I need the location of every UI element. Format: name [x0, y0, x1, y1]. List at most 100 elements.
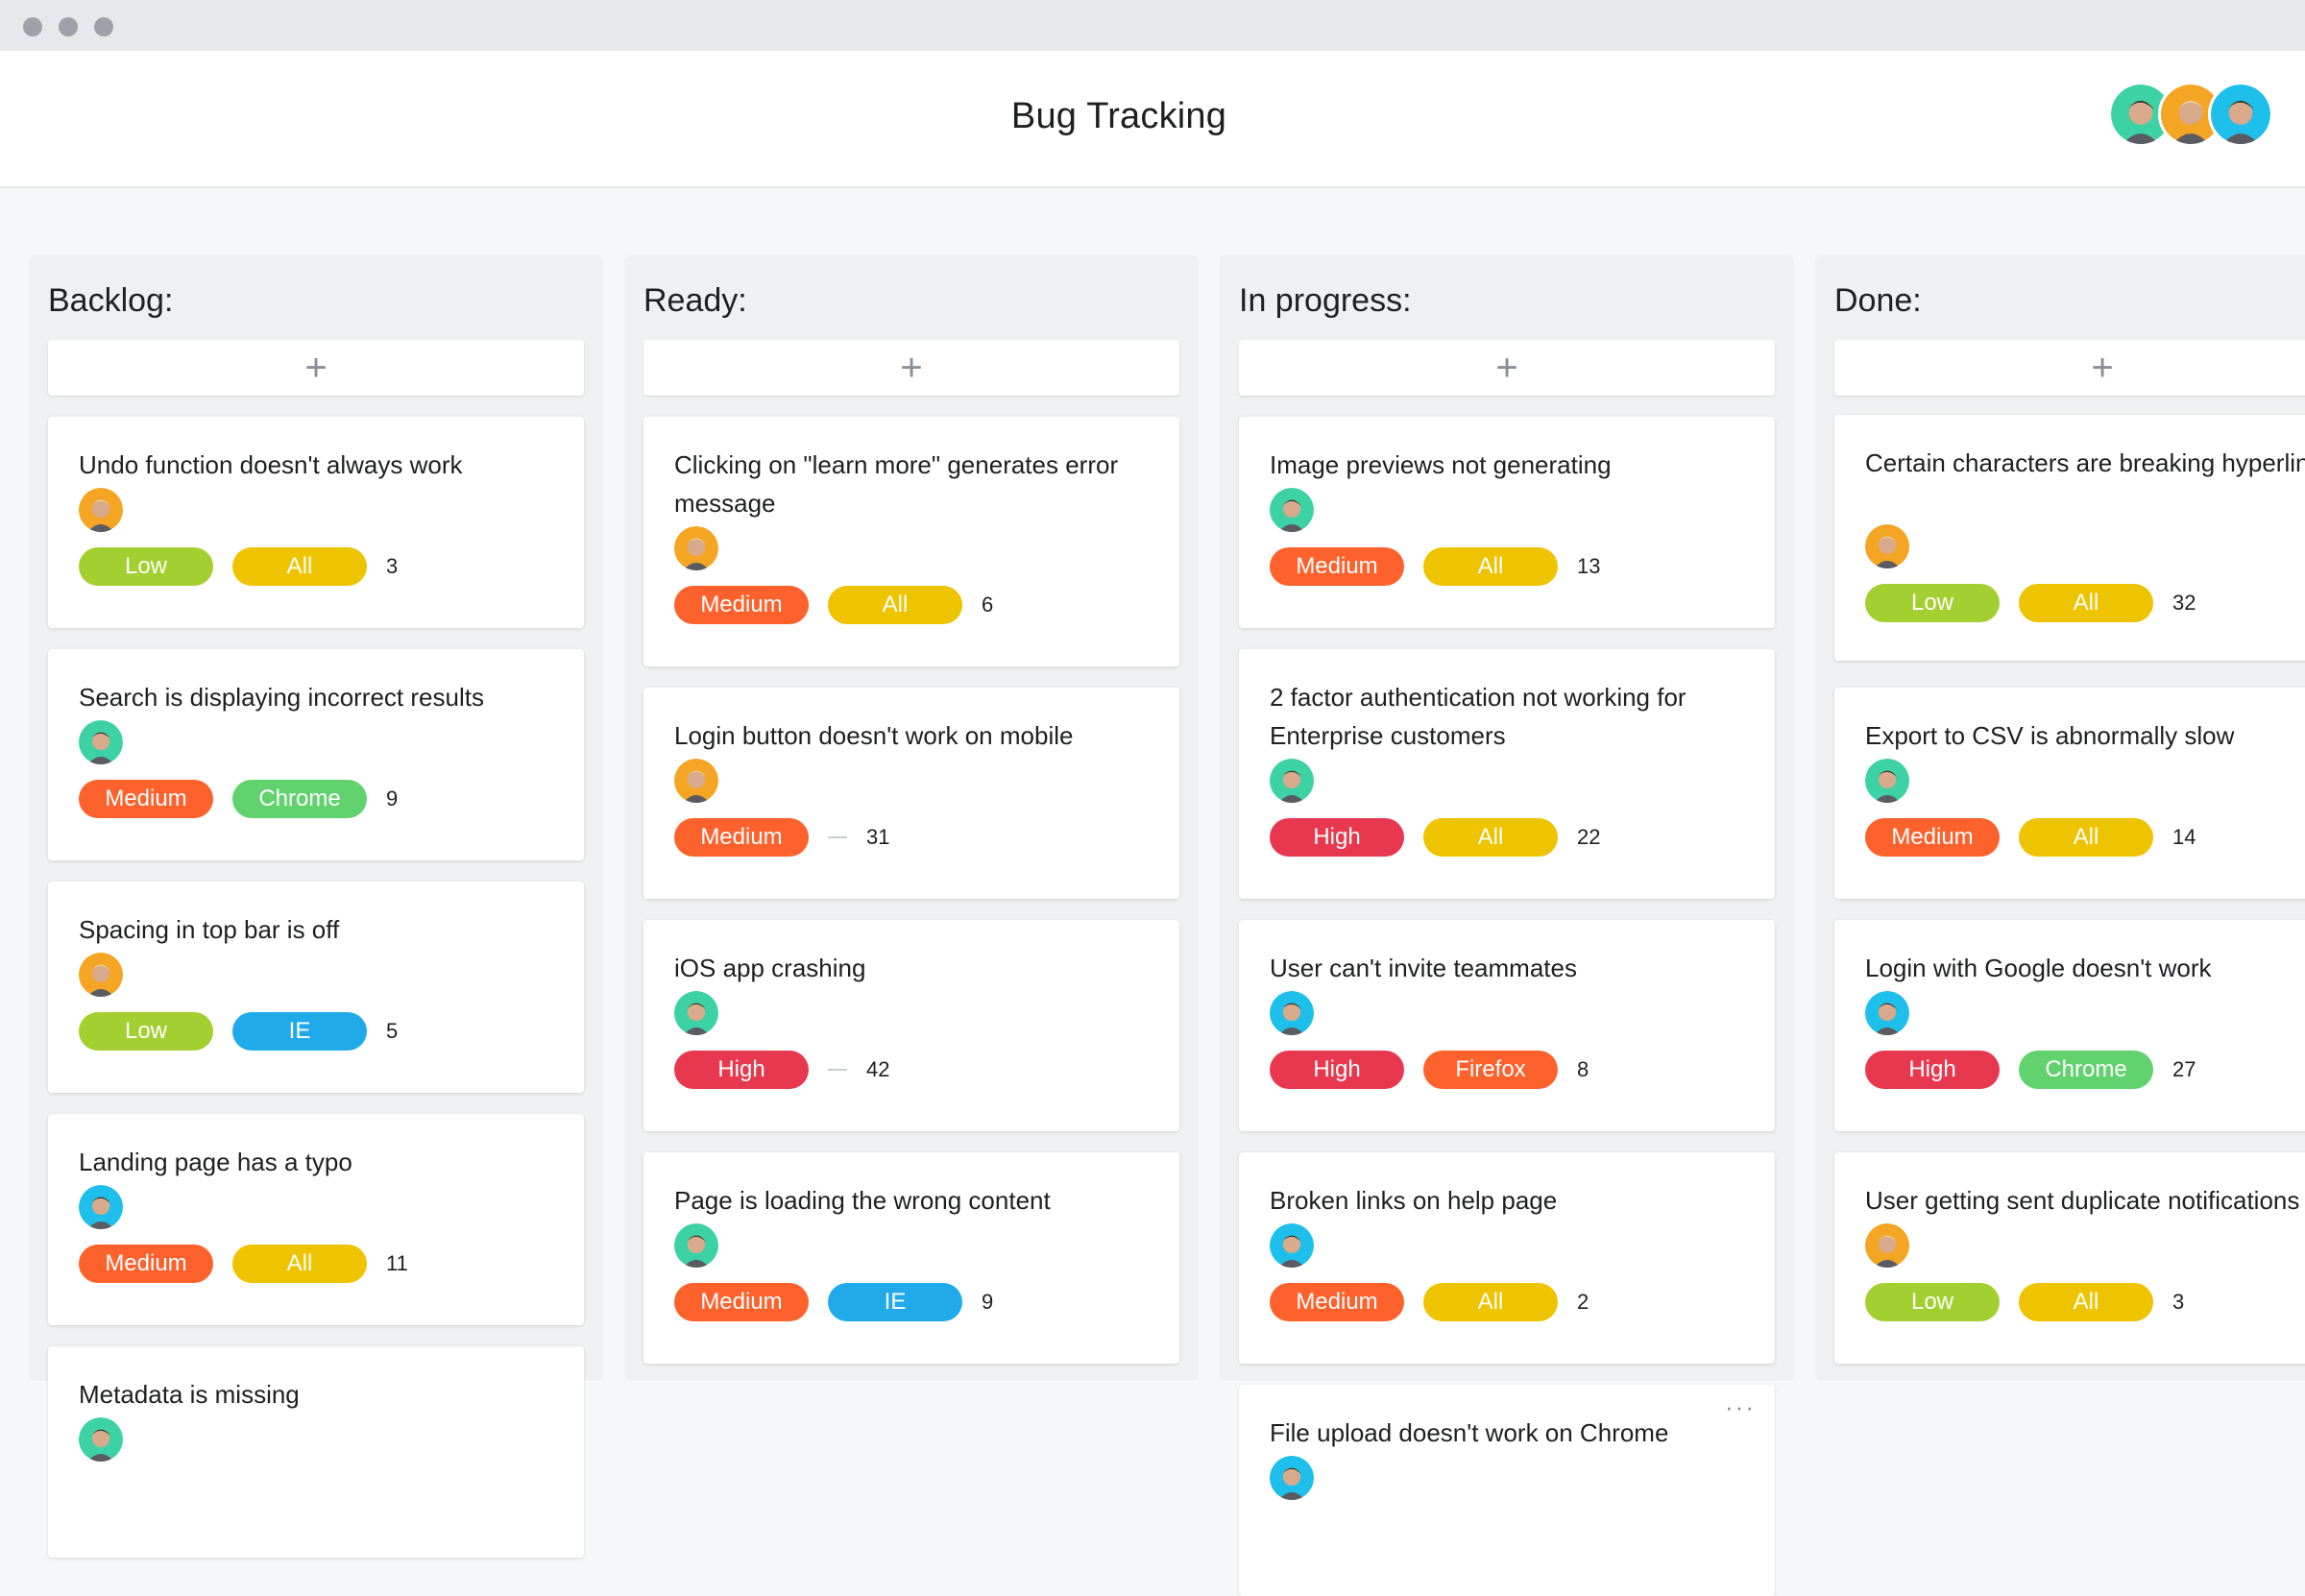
task-card[interactable]: Search is displaying incorrect results Me… — [48, 649, 584, 860]
browser-tag[interactable]: All — [828, 586, 962, 624]
browser-tag[interactable]: All — [232, 547, 367, 586]
assignee-avatar[interactable] — [674, 526, 718, 570]
browser-tag[interactable]: Firefox — [1423, 1051, 1558, 1089]
task-card[interactable]: Login button doesn't work on mobile Mediu… — [643, 688, 1179, 899]
browser-tag[interactable]: IE — [828, 1283, 962, 1321]
browser-field-empty[interactable] — [828, 1069, 847, 1071]
window-zoom-dot[interactable] — [94, 17, 113, 36]
task-title: Page is loading the wrong content — [674, 1186, 1051, 1215]
task-card[interactable]: iOS app crashing High 42 — [643, 920, 1179, 1131]
assignee-avatar[interactable] — [1270, 1456, 1314, 1500]
assignee-avatar[interactable] — [1270, 991, 1314, 1035]
comment-count: 3 — [386, 554, 399, 578]
comment-count: 32 — [2172, 591, 2196, 615]
task-card[interactable]: Undo function doesn't always work Low All 3 — [48, 417, 584, 628]
window-minimize-dot[interactable] — [59, 17, 78, 36]
priority-tag[interactable]: Medium — [79, 1245, 213, 1283]
task-card[interactable]: User getting sent duplicate notification… — [1834, 1152, 2305, 1364]
add-task-button[interactable]: + — [48, 340, 584, 396]
task-card[interactable]: File upload doesn't work on Chrome ··· — [1239, 1385, 1775, 1596]
board: Backlog: + Undo function doesn't always wo… — [0, 186, 2305, 1596]
project-members[interactable] — [2108, 82, 2273, 147]
column-3: Done: + Certain characters are breaking hy… — [1815, 255, 2305, 1381]
member-avatar[interactable] — [2208, 82, 2273, 147]
window-chrome — [0, 0, 2305, 51]
column-title: In progress: — [1239, 282, 1412, 319]
browser-tag[interactable]: All — [2019, 818, 2153, 857]
task-card[interactable]: Certain characters are breaking hyperlin… — [1834, 415, 2305, 661]
assignee-avatar[interactable] — [79, 488, 123, 532]
task-title: User can't invite teammates — [1270, 954, 1577, 982]
comment-count: 14 — [2172, 825, 2196, 849]
assignee-avatar[interactable] — [1270, 488, 1314, 532]
add-task-button[interactable]: + — [643, 340, 1179, 396]
comment-count: 22 — [1577, 825, 1601, 849]
task-title: Undo function doesn't always work — [79, 450, 463, 479]
assignee-avatar[interactable] — [79, 953, 123, 997]
plus-icon: + — [304, 347, 328, 389]
assignee-avatar[interactable] — [1865, 1223, 1909, 1268]
column-1: Ready: + Clicking on "learn more" generate… — [624, 255, 1199, 1381]
assignee-avatar[interactable] — [1270, 1223, 1314, 1268]
priority-tag[interactable]: Medium — [79, 780, 213, 818]
priority-tag[interactable]: Medium — [1270, 1283, 1404, 1321]
assignee-avatar[interactable] — [1270, 759, 1314, 803]
task-title: Metadata is missing — [79, 1380, 300, 1409]
priority-tag[interactable]: Low — [79, 547, 213, 586]
comment-count: 9 — [982, 1290, 994, 1314]
priority-tag[interactable]: Low — [79, 1012, 213, 1051]
priority-tag[interactable]: Low — [1865, 584, 2000, 622]
priority-tag[interactable]: High — [674, 1051, 809, 1089]
assignee-avatar[interactable] — [674, 759, 718, 803]
priority-tag[interactable]: High — [1865, 1051, 2000, 1089]
window-close-dot[interactable] — [23, 17, 42, 36]
comment-count: 27 — [2172, 1057, 2196, 1081]
task-card[interactable]: Export to CSV is abnormally slow Medium Al… — [1834, 688, 2305, 899]
browser-tag[interactable]: All — [1423, 818, 1558, 857]
task-card[interactable]: Metadata is missing — [48, 1346, 584, 1558]
task-card[interactable]: Login with Google doesn't work High Chrome… — [1834, 920, 2305, 1131]
assignee-avatar[interactable] — [79, 1185, 123, 1229]
add-task-button[interactable]: + — [1834, 340, 2305, 396]
task-card[interactable]: Landing page has a typo Medium All 11 — [48, 1114, 584, 1325]
task-card[interactable]: Spacing in top bar is off Low IE 5 — [48, 882, 584, 1093]
browser-field-empty[interactable] — [828, 836, 847, 838]
assignee-avatar[interactable] — [674, 1223, 718, 1268]
priority-tag[interactable]: High — [1270, 1051, 1404, 1089]
priority-tag[interactable]: Medium — [674, 586, 809, 624]
browser-tag[interactable]: All — [1423, 547, 1558, 586]
priority-tag[interactable]: Medium — [674, 818, 809, 857]
task-title: Broken links on help page — [1270, 1186, 1558, 1215]
priority-tag[interactable]: Medium — [674, 1283, 809, 1321]
browser-tag[interactable]: IE — [232, 1012, 367, 1051]
priority-tag[interactable]: Medium — [1865, 818, 2000, 857]
browser-tag[interactable]: All — [2019, 1283, 2153, 1321]
task-card[interactable]: Page is loading the wrong content Medium I… — [643, 1152, 1179, 1364]
plus-icon: + — [900, 347, 923, 389]
column-title: Done: — [1834, 282, 1922, 319]
task-card[interactable]: Broken links on help page Medium All 2 — [1239, 1152, 1775, 1364]
priority-tag[interactable]: Low — [1865, 1283, 2000, 1321]
assignee-avatar[interactable] — [79, 720, 123, 764]
assignee-avatar[interactable] — [79, 1417, 123, 1462]
browser-tag[interactable]: Chrome — [232, 780, 367, 818]
browser-tag[interactable]: All — [2019, 584, 2153, 622]
task-card[interactable]: User can't invite teammates High Firefox 8 — [1239, 920, 1775, 1131]
assignee-avatar[interactable] — [1865, 991, 1909, 1035]
assignee-avatar[interactable] — [674, 991, 718, 1035]
priority-tag[interactable]: Medium — [1270, 547, 1404, 586]
task-card[interactable]: Clicking on "learn more" generates error… — [643, 417, 1179, 666]
more-options-icon[interactable]: ··· — [1725, 1392, 1756, 1422]
priority-tag[interactable]: High — [1270, 818, 1404, 857]
browser-tag[interactable]: Chrome — [2019, 1051, 2153, 1089]
task-title: File upload doesn't work on Chrome — [1270, 1418, 1669, 1447]
browser-tag[interactable]: All — [232, 1245, 367, 1283]
task-title: Login with Google doesn't work — [1865, 954, 2212, 982]
task-card[interactable]: 2 factor authentication not working for … — [1239, 649, 1775, 899]
comment-count: 8 — [1577, 1057, 1589, 1081]
add-task-button[interactable]: + — [1239, 340, 1775, 396]
browser-tag[interactable]: All — [1423, 1283, 1558, 1321]
assignee-avatar[interactable] — [1865, 524, 1909, 568]
task-card[interactable]: Image previews not generating Medium All 13 — [1239, 417, 1775, 628]
assignee-avatar[interactable] — [1865, 759, 1909, 803]
